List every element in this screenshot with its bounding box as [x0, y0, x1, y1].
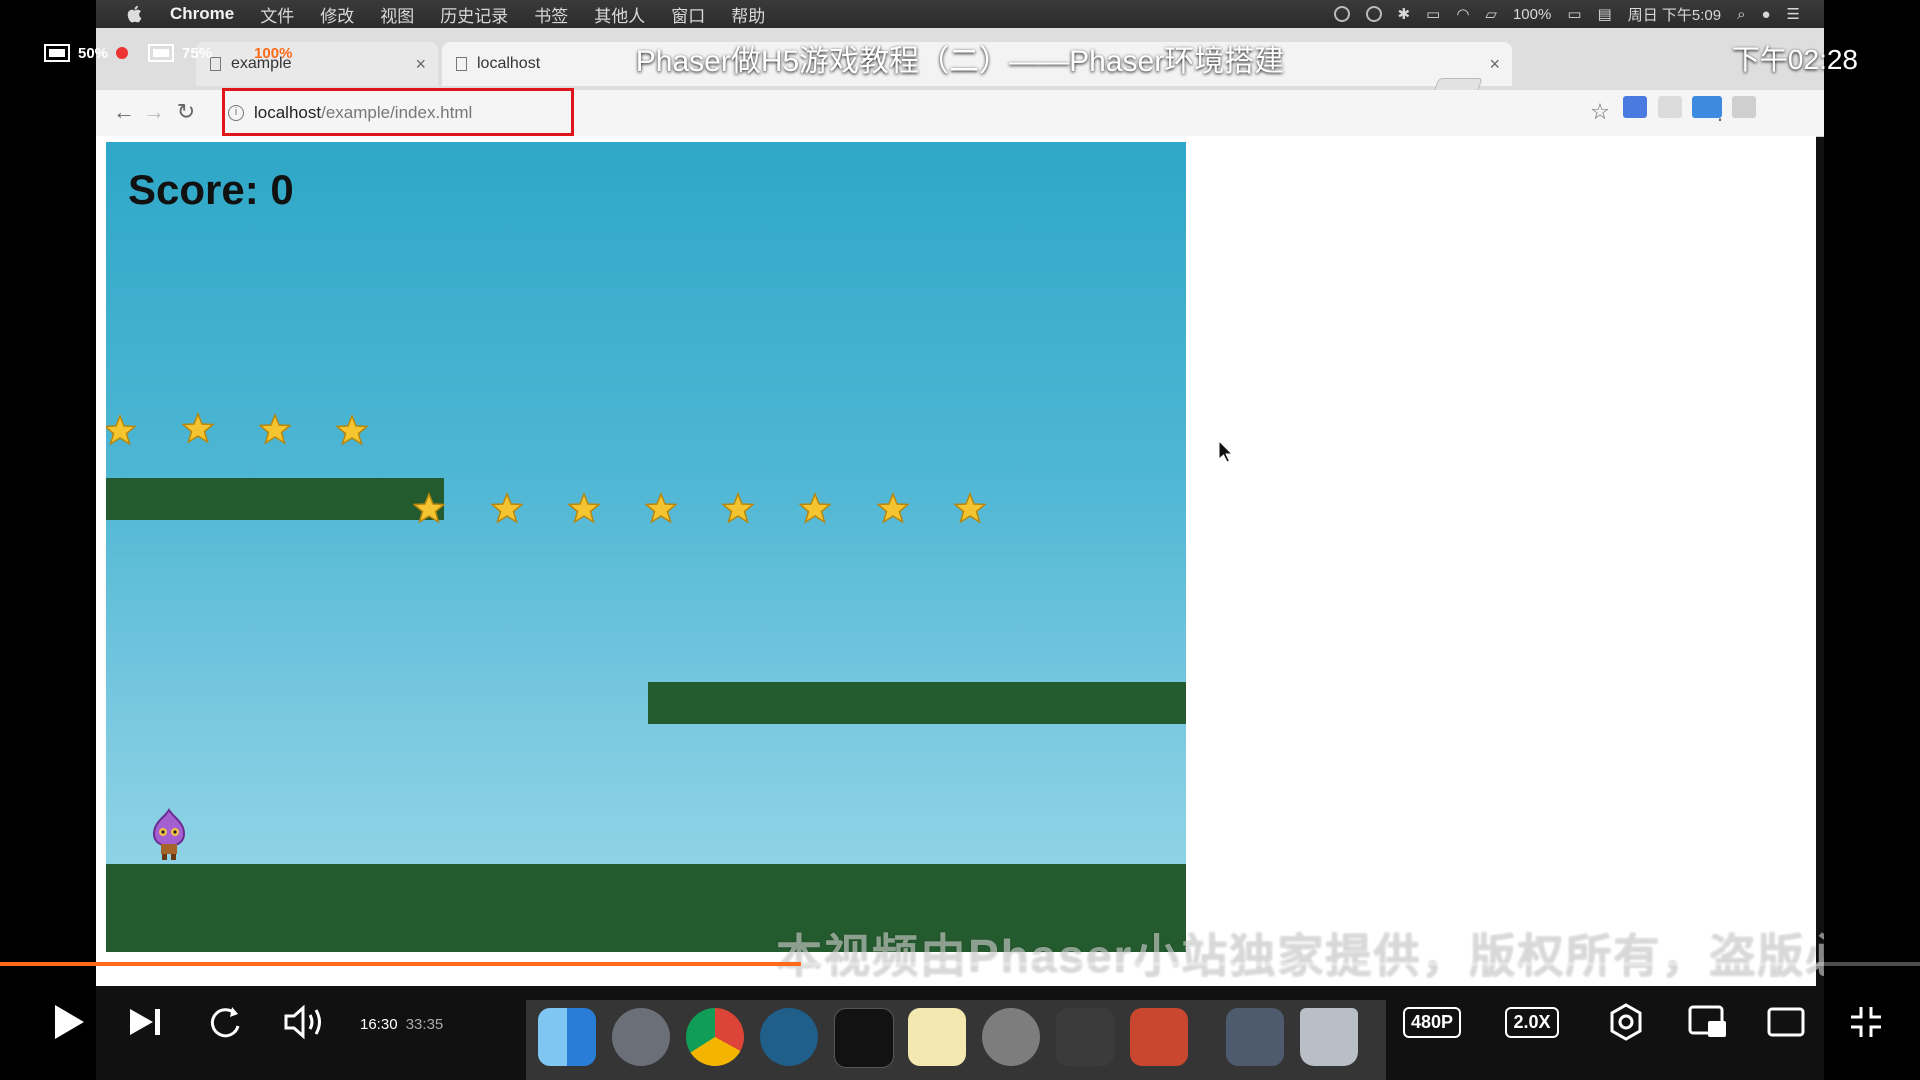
player-controls: 480P 2.0X	[0, 992, 1920, 1058]
current-time: 16:30	[360, 1016, 398, 1033]
page-viewport: Score: 0	[96, 136, 1816, 986]
star-10	[799, 492, 831, 524]
menu-bookmarks[interactable]: 书签	[534, 2, 568, 27]
forward-icon[interactable]: →	[140, 98, 168, 126]
player-sprite	[152, 808, 186, 860]
wifi-icon[interactable]: ◠	[1456, 5, 1469, 23]
extension-icon-2[interactable]	[1658, 96, 1682, 118]
speed-button[interactable]: 2.0X	[1500, 992, 1564, 1052]
mouse-cursor-icon	[1218, 440, 1234, 463]
star-11	[877, 492, 909, 524]
theater-mode-icon[interactable]	[1760, 992, 1812, 1052]
bookmark-star-icon[interactable]: ☆	[1586, 98, 1614, 126]
battery-percent: 100%	[1512, 5, 1552, 23]
star-7	[568, 492, 600, 524]
exit-fullscreen-icon[interactable]	[1840, 992, 1892, 1052]
menu-view[interactable]: 视图	[380, 2, 414, 27]
game-canvas[interactable]: Score: 0	[106, 142, 1186, 952]
menu-file[interactable]: 文件	[260, 2, 294, 27]
menu-window[interactable]: 窗口	[671, 2, 705, 27]
settings-icon[interactable]	[1600, 992, 1652, 1052]
url-highlight-box	[222, 88, 574, 136]
record-icon[interactable]	[1333, 6, 1350, 22]
time-readout: 16:30 33:35	[360, 1016, 443, 1033]
progress-fill	[0, 962, 801, 966]
star-5	[413, 492, 445, 524]
mac-status-area: ✱ ▭ ◠ ▱ 100% ▭ ▤ 周日 下午5:09 ⌕ ● ☰	[1333, 0, 1800, 28]
score-text: Score: 0	[128, 166, 294, 213]
star-4	[336, 414, 368, 446]
screen-capture: Chrome 文件 修改 视图 历史记录 书签 其他人 窗口 帮助 ✱ ▭ ◠ …	[96, 0, 1824, 1080]
star-6	[491, 492, 523, 524]
picture-in-picture-icon[interactable]	[1682, 992, 1734, 1052]
menu-help[interactable]: 帮助	[731, 2, 765, 27]
menu-app-name[interactable]: Chrome	[170, 4, 234, 24]
video-title: Phaser做H5游戏教程（二）——Phaser环境搭建	[635, 45, 1285, 78]
star-1	[106, 414, 136, 446]
back-icon[interactable]: ←	[110, 98, 138, 126]
volume-icon[interactable]	[280, 992, 330, 1052]
menu-history[interactable]: 历史记录	[440, 2, 508, 27]
reload-icon[interactable]: ↻	[172, 98, 200, 126]
menu-edit[interactable]: 修改	[320, 2, 354, 27]
siri-icon[interactable]: ●	[1761, 6, 1770, 23]
extension-icon[interactable]	[1623, 96, 1647, 118]
star-9	[722, 492, 754, 524]
platform-left	[106, 478, 444, 520]
mac-menu-bar: Chrome 文件 修改 视图 历史记录 书签 其他人 窗口 帮助 ✱ ▭ ◠ …	[96, 0, 1824, 28]
loop-icon[interactable]	[200, 992, 250, 1052]
airplay-icon[interactable]: ▱	[1485, 5, 1497, 23]
next-icon[interactable]	[120, 992, 170, 1052]
copyright-watermark: 本视频由Phaser小站独家提供，版权所有，盗版必究	[776, 930, 1824, 982]
progress-bar[interactable]	[0, 962, 1920, 966]
star-2	[182, 412, 214, 444]
quality-label: 480P	[1402, 1006, 1462, 1038]
menu-clock[interactable]: 周日 下午5:09	[1628, 4, 1721, 25]
star-12	[954, 492, 986, 524]
star-8	[645, 492, 677, 524]
menu-people[interactable]: 其他人	[594, 2, 645, 27]
quality-button[interactable]: 480P	[1400, 992, 1464, 1052]
spotlight-icon[interactable]: ⌕	[1737, 6, 1745, 23]
keyboard-icon[interactable]: ▭	[1426, 5, 1440, 23]
play-icon[interactable]	[44, 992, 94, 1052]
apple-icon[interactable]	[124, 3, 146, 25]
video-clock: 下午02:28	[1731, 44, 1858, 75]
extension-new-icon[interactable]	[1692, 96, 1722, 118]
total-time: 33:35	[405, 1016, 444, 1033]
record-icon-2[interactable]	[1365, 6, 1382, 22]
battery-icon[interactable]: ▭	[1567, 5, 1581, 23]
star-3	[259, 413, 291, 445]
notification-center-icon[interactable]: ☰	[1787, 5, 1800, 23]
bluetooth-icon[interactable]: ✱	[1398, 5, 1411, 23]
platform-right	[648, 682, 1186, 724]
flag-icon[interactable]: ▤	[1598, 5, 1612, 23]
extension-icon-3[interactable]	[1732, 96, 1756, 118]
speed-label: 2.0X	[1505, 1006, 1559, 1038]
